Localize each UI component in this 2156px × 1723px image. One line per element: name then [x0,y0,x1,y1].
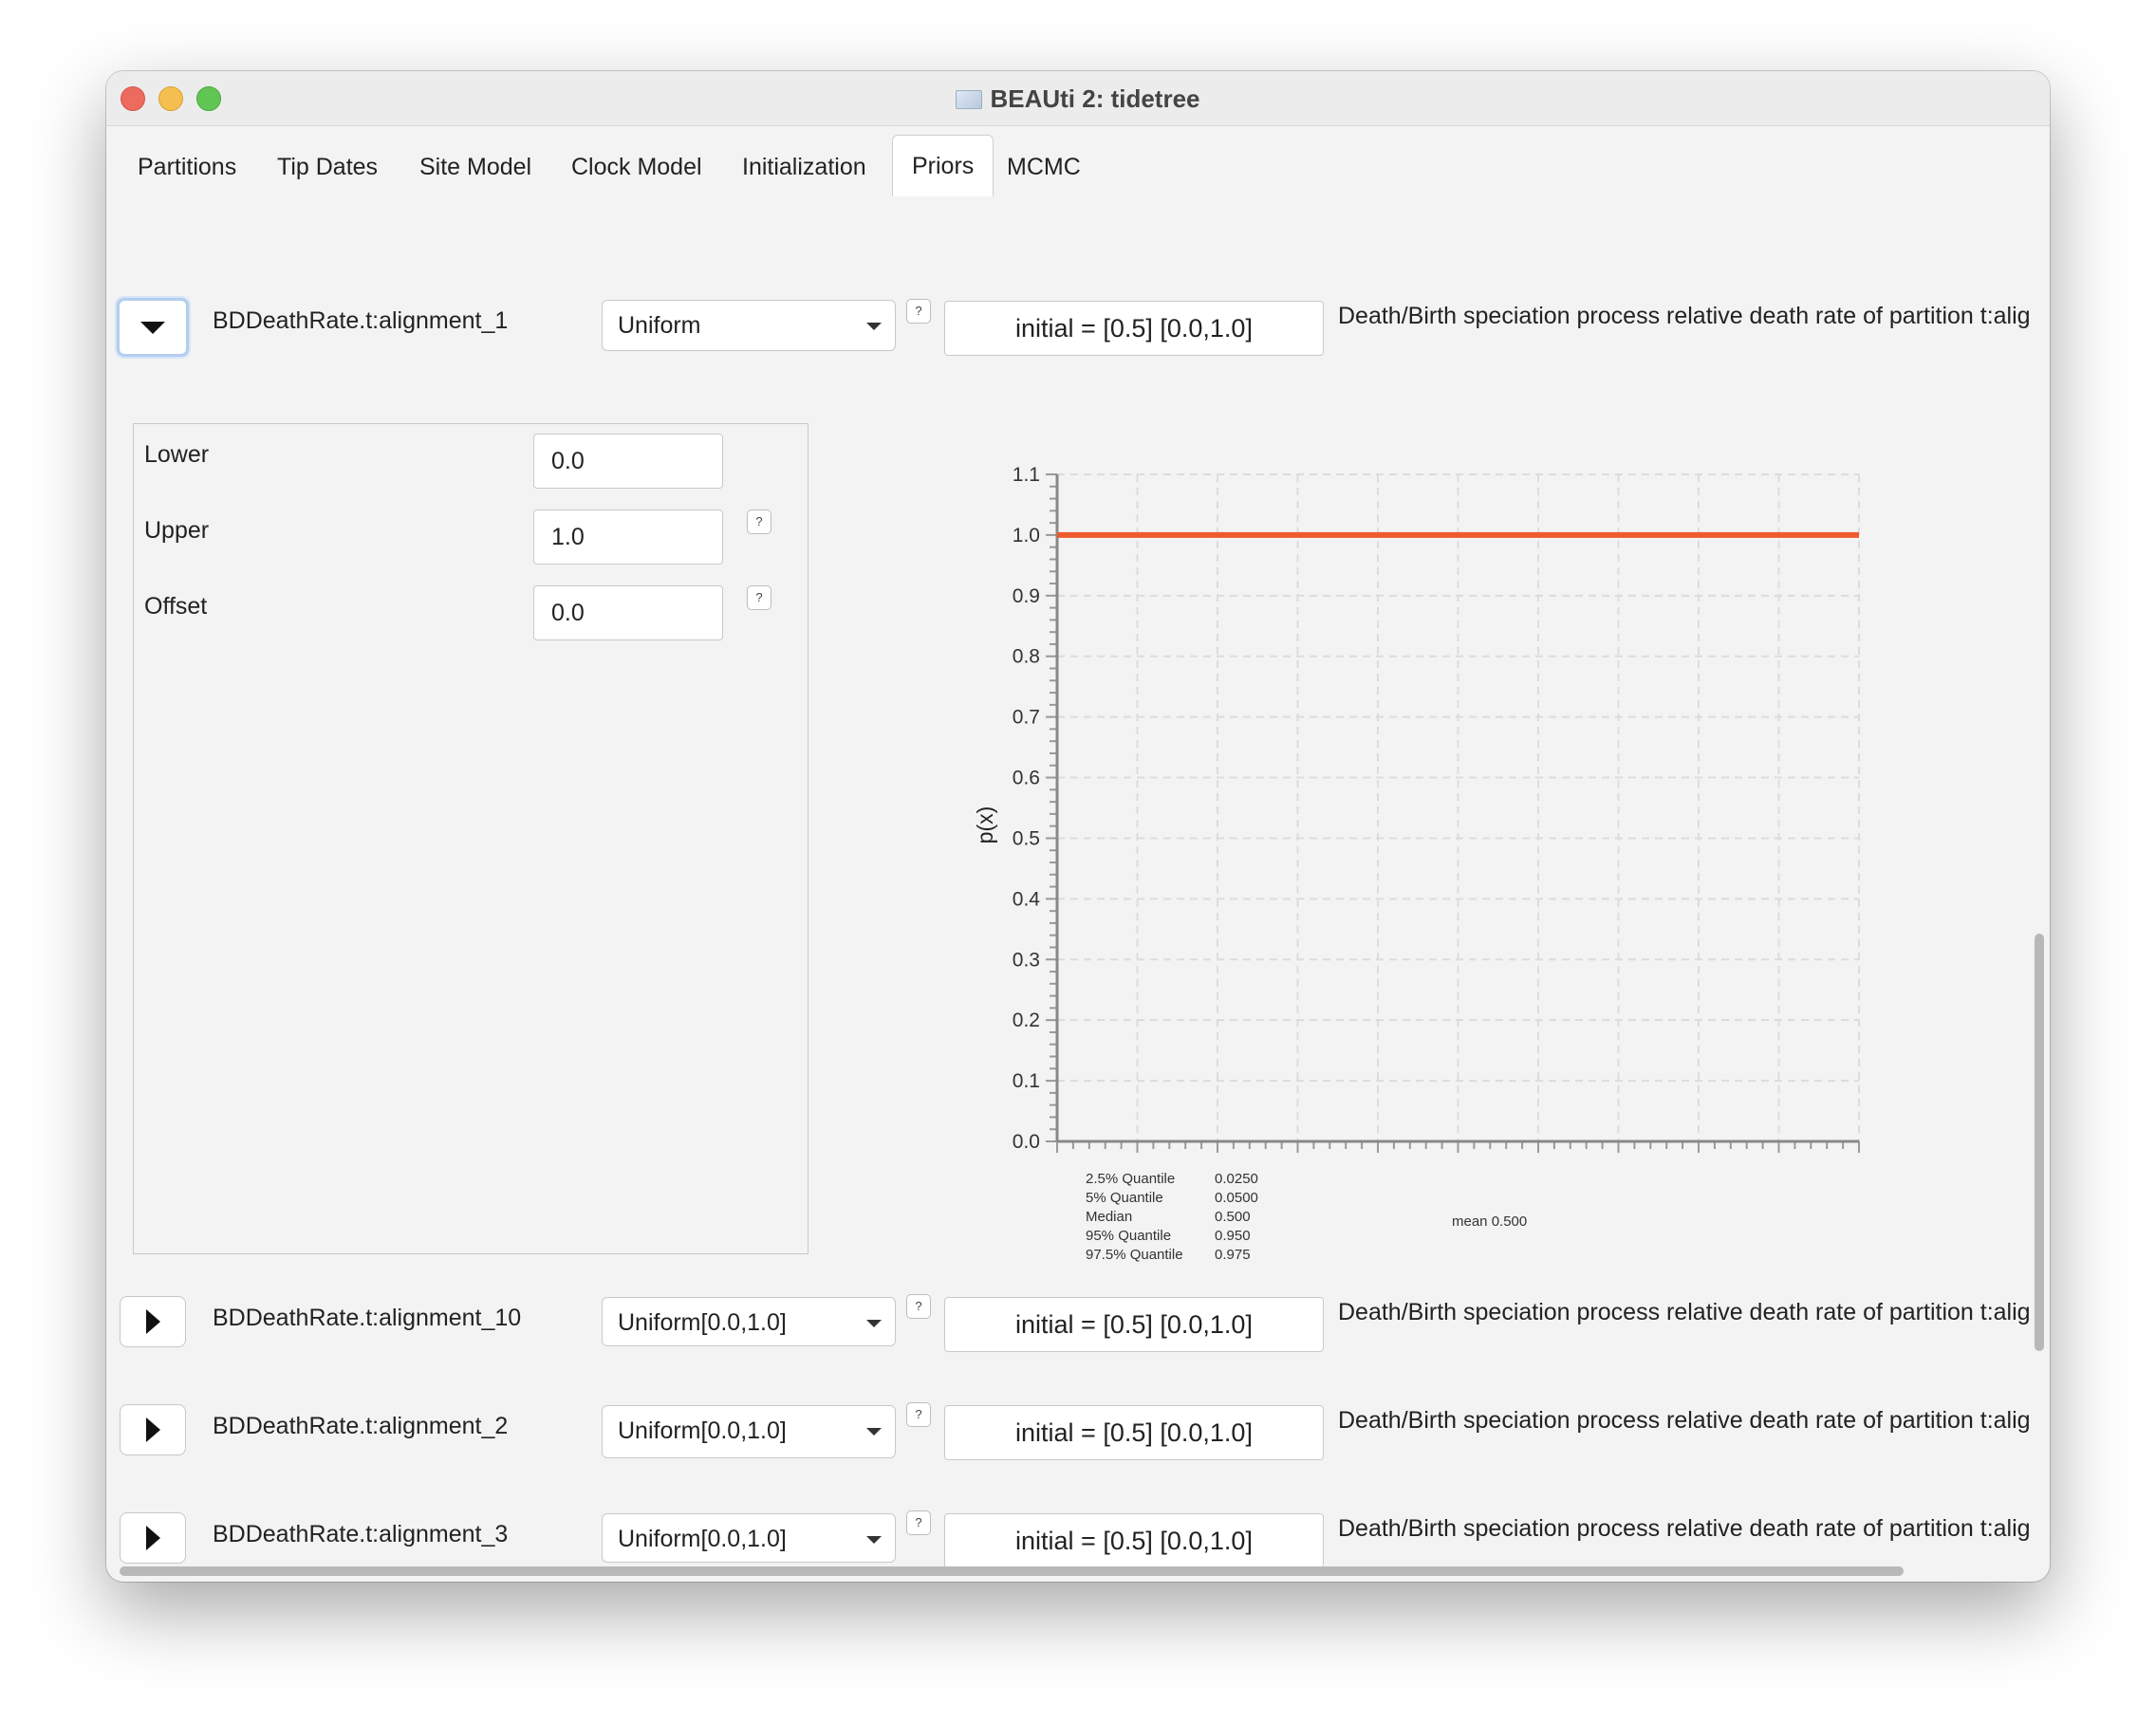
expand-prior-button[interactable] [120,1404,186,1455]
offset-help-button[interactable]: ? [747,585,771,610]
dropdown-caret-icon [866,1428,882,1436]
title-bar: BEAUti 2: tidetree [106,71,2050,126]
tab-bar: Partitions Tip Dates Site Model Clock Mo… [106,125,2050,198]
upper-label: Upper [144,517,210,544]
horizontal-scrollbar[interactable] [106,1565,2029,1578]
triangle-right-icon [145,1417,160,1442]
y-tick-label: 0.7 [1013,707,1040,729]
tab-mcmc[interactable]: MCMC [1007,154,1081,181]
y-tick-label: 0.9 [1013,585,1040,607]
y-tick-label: 0.3 [1013,949,1040,971]
collapse-prior-button[interactable] [117,298,189,357]
y-tick-label: 0.6 [1013,768,1040,789]
beauti-app-icon [956,90,983,109]
priors-panel: BDDeathRate.t:alignment_1 Uniform ? init… [106,198,2050,1582]
tab-partitions[interactable]: Partitions [138,154,236,181]
stat-row: 5% Quantile 0.0500 [1086,1190,1258,1206]
upper-help-button[interactable]: ? [747,509,771,534]
initial-value-button[interactable]: initial = [0.5] [0.0,1.0] [944,1513,1324,1568]
help-button[interactable]: ? [906,299,931,324]
tab-initialization[interactable]: Initialization [742,154,866,181]
triangle-right-icon [145,1526,160,1550]
prior-description: Death/Birth speciation process relative … [1338,1299,2031,1325]
lower-label: Lower [144,441,210,468]
dropdown-caret-icon [866,1536,882,1544]
initial-value-button[interactable]: initial = [0.5] [0.0,1.0] [944,1297,1324,1352]
vertical-scroll-thumb[interactable] [2035,934,2044,1351]
triangle-down-icon [140,321,165,334]
prior-name: BDDeathRate.t:alignment_10 [213,1305,522,1331]
window-title: BEAUti 2: tidetree [106,84,2050,114]
y-tick-label: 0.1 [1013,1070,1040,1092]
dropdown-caret-icon [866,323,882,330]
prior-density-chart: 0.00.10.20.30.40.50.60.70.80.91.00.00.10… [973,464,1860,1153]
horizontal-scroll-thumb[interactable] [120,1566,1904,1576]
help-button[interactable]: ? [906,1402,931,1427]
y-axis-label: p(x) [973,806,997,844]
prior-name: BDDeathRate.t:alignment_3 [213,1521,509,1547]
prior-description: Death/Birth speciation process relative … [1338,1515,2031,1542]
app-window: BEAUti 2: tidetree Partitions Tip Dates … [106,71,2050,1582]
prior-name: BDDeathRate.t:alignment_1 [213,307,509,334]
y-tick-label: 0.4 [1013,888,1041,910]
stat-row: 97.5% Quantile 0.975 [1086,1247,1251,1263]
y-tick-label: 0.8 [1013,646,1040,668]
upper-input[interactable]: 1.0 [533,509,723,565]
lower-input[interactable]: 0.0 [533,434,723,489]
y-tick-label: 0.2 [1013,1010,1040,1031]
tab-tip-dates[interactable]: Tip Dates [277,154,378,181]
distribution-parameters-panel: Lower 0.0 Upper 1.0 ? Offset 0.0 ? [133,423,808,1254]
offset-label: Offset [144,593,208,620]
prior-name: BDDeathRate.t:alignment_2 [213,1413,509,1439]
distribution-select[interactable]: Uniform [602,300,896,351]
stat-row: Median 0.500 [1086,1209,1251,1225]
prior-description: Death/Birth speciation process relative … [1338,1407,2031,1434]
quantile-stats: 2.5% Quantile 0.0250 5% Quantile 0.0500 Me… [1086,1170,1258,1265]
y-tick-label: 1.1 [1013,464,1040,486]
mean-label: mean 0.500 [1452,1214,1528,1230]
prior-description: Death/Birth speciation process relative … [1338,303,2031,329]
y-tick-label: 1.0 [1013,525,1040,547]
distribution-select[interactable]: Uniform[0.0,1.0] [602,1297,896,1346]
distribution-select[interactable]: Uniform[0.0,1.0] [602,1513,896,1563]
tab-priors[interactable]: Priors [892,135,994,196]
expand-prior-button[interactable] [120,1296,186,1347]
help-button[interactable]: ? [906,1510,931,1535]
tab-site-model[interactable]: Site Model [419,154,531,181]
y-tick-label: 0.0 [1013,1131,1040,1153]
stat-row: 95% Quantile 0.950 [1086,1228,1251,1244]
expand-prior-button[interactable] [120,1512,186,1564]
offset-input[interactable]: 0.0 [533,585,723,640]
initial-value-button[interactable]: initial = [0.5] [0.0,1.0] [944,1405,1324,1460]
vertical-scrollbar[interactable] [2033,198,2046,1566]
tab-clock-model[interactable]: Clock Model [571,154,702,181]
y-tick-label: 0.5 [1013,827,1040,849]
initial-value-button[interactable]: initial = [0.5] [0.0,1.0] [944,301,1324,356]
triangle-right-icon [145,1309,160,1334]
dropdown-caret-icon [866,1320,882,1327]
distribution-select[interactable]: Uniform[0.0,1.0] [602,1405,896,1458]
help-button[interactable]: ? [906,1294,931,1319]
stat-row: 2.5% Quantile 0.0250 [1086,1171,1258,1187]
